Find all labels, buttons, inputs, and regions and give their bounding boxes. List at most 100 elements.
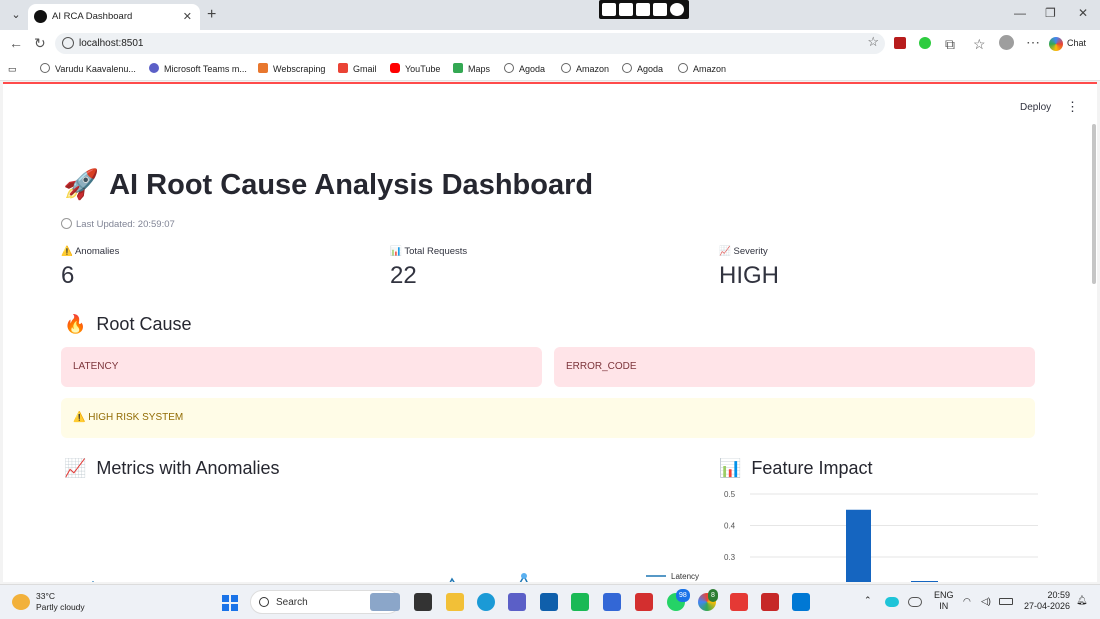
reading-list-icon[interactable]: ▭ [8,57,17,81]
window-close-icon[interactable]: ✕ [1078,6,1088,20]
cloud-icon[interactable] [908,597,922,607]
page-scrollbar[interactable] [1092,124,1096,284]
main-menu-icon[interactable]: ⋮ [1066,99,1079,115]
legend-label: Latency [671,572,699,581]
search-icon [259,597,269,607]
vscode-icon[interactable] [792,593,810,611]
bookmark-item[interactable]: YouTube [390,57,440,81]
site-info-icon[interactable] [62,37,74,49]
metric-label-text: Severity [733,246,768,257]
whatsapp-badge: 98 [676,589,690,602]
y-tick-label: 0.4 [724,522,736,531]
store-icon[interactable] [540,593,558,611]
windows-taskbar: 33°C Partly cloudy Search 98 8 ⌃ ENG IN … [0,584,1100,619]
tab-close-icon[interactable]: ✕ [183,4,192,30]
docs-icon[interactable] [603,593,621,611]
search-highlight-icon[interactable] [370,593,400,611]
camera-icon[interactable] [619,3,633,16]
bookmark-label: Gmail [353,64,377,74]
bookmark-item[interactable]: Maps [453,57,490,81]
language-indicator[interactable]: ENG IN [934,590,954,612]
maps-icon [453,63,463,73]
bookmark-item[interactable]: Amazon [561,57,609,81]
notification-bell-icon[interactable]: 🔔︎ [1076,595,1087,606]
page-title: 🚀 AI Root Cause Analysis Dashboard [63,168,593,202]
bookmark-item[interactable]: Gmail [338,57,377,81]
acrobat-icon[interactable] [761,593,779,611]
metric-anomalies: ⚠️ Anomalies 6 [61,246,361,290]
bookmark-label: Agoda [519,64,546,74]
extension-red-icon[interactable] [894,37,906,49]
window-capture-icon[interactable] [653,3,667,16]
deploy-button[interactable]: Deploy [1020,102,1051,113]
extensions-puzzle-icon[interactable]: ⧉ [945,36,955,53]
bookmark-label: Microsoft Teams m... [164,64,247,74]
weather-condition: Partly cloudy [36,602,85,612]
last-updated: Last Updated: 20:59:07 [61,218,175,230]
volume-icon[interactable]: ◁) [981,596,991,607]
battery-icon[interactable] [999,598,1013,605]
capture-edit-icon[interactable] [602,3,616,16]
bookmark-item[interactable]: Varudu Kaavalenu... [40,57,136,81]
metric-value: 6 [61,262,75,289]
tab-search-chevron-icon[interactable]: ⌄ [6,5,26,25]
y-tick-label: 0.5 [724,490,736,499]
wps-office-icon[interactable] [730,593,748,611]
bar-chart-icon: 📊 [390,246,402,257]
bookmark-item[interactable]: Agoda [622,57,663,81]
metrics-heading-text: Metrics with Anomalies [96,458,280,478]
favorites-icon[interactable]: ☆ [973,36,986,53]
browser-menu-icon[interactable]: ⋯ [1026,34,1040,51]
fire-icon: 🔥 [64,314,87,334]
browser-tab-active[interactable]: AI RCA Dashboard ✕ [28,4,200,30]
restore-icon[interactable]: ❐ [1045,6,1056,20]
bookmark-star-icon[interactable]: ☆ [867,34,879,50]
bookmarks-bar: ▭ Varudu Kaavalenu... Microsoft Teams m.… [0,57,1100,81]
bookmark-item[interactable]: Amazon [678,57,726,81]
copilot-chat-button[interactable]: Chat [1049,34,1086,53]
tray-chevron-up-icon[interactable]: ⌃ [864,595,872,606]
profile-avatar-icon[interactable] [999,35,1014,50]
system-clock[interactable]: 20:59 27-04-2026 [1018,590,1070,612]
reload-icon[interactable]: ↻ [34,35,46,52]
rocket-icon: 🚀 [63,169,100,201]
metrics-anomalies-heading: 📈 Metrics with Anomalies [64,458,279,479]
metrics-line-chart[interactable]: Latency [61,494,701,582]
bookmark-item[interactable]: Agoda [504,57,545,81]
streamlit-favicon-icon [34,10,47,23]
bookmark-label: Webscraping [273,64,326,74]
bookmark-item[interactable]: Microsoft Teams m... [149,57,247,81]
new-tab-plus-icon[interactable]: + [207,5,216,25]
temperature: 33°C [36,591,55,601]
wifi-icon[interactable]: ◠ [963,596,971,607]
feature-impact-bar-chart[interactable]: 0.3 0.4 0.5 [718,484,1038,582]
globe-icon [622,63,632,73]
windows-start-icon[interactable] [222,595,238,611]
warning-icon: ⚠️ [61,246,73,257]
clock-time: 20:59 [1047,590,1070,600]
back-arrow-icon[interactable]: ← [9,35,23,51]
wps-icon[interactable] [635,593,653,611]
edge-browser-icon[interactable] [477,593,495,611]
globe-icon [561,63,571,73]
bookmark-item[interactable]: Webscraping [258,57,325,81]
green-app-icon[interactable] [571,593,589,611]
page-title-text: AI Root Cause Analysis Dashboard [109,169,594,201]
task-view-icon[interactable] [414,593,432,611]
address-bar[interactable]: localhost:8501 ☆ [55,33,885,54]
metric-label: 📈 Severity [719,246,1019,257]
minimize-icon[interactable]: — [1014,6,1026,20]
video-camera-icon[interactable] [636,3,650,16]
file-explorer-icon[interactable] [446,593,464,611]
root-cause-heading: 🔥 Root Cause [64,314,191,335]
bookmark-label: Maps [468,64,491,74]
root-cause-error-box: ERROR_CODE [554,347,1035,387]
partly-cloudy-icon [12,594,30,610]
globe-icon [40,63,50,73]
bookmark-label: Agoda [637,64,664,74]
impact-bar [846,509,871,582]
capture-settings-gear-icon[interactable] [670,3,684,16]
teams-app-icon[interactable] [508,593,526,611]
onedrive-icon[interactable] [885,597,899,607]
extension-green-icon[interactable] [919,37,931,49]
